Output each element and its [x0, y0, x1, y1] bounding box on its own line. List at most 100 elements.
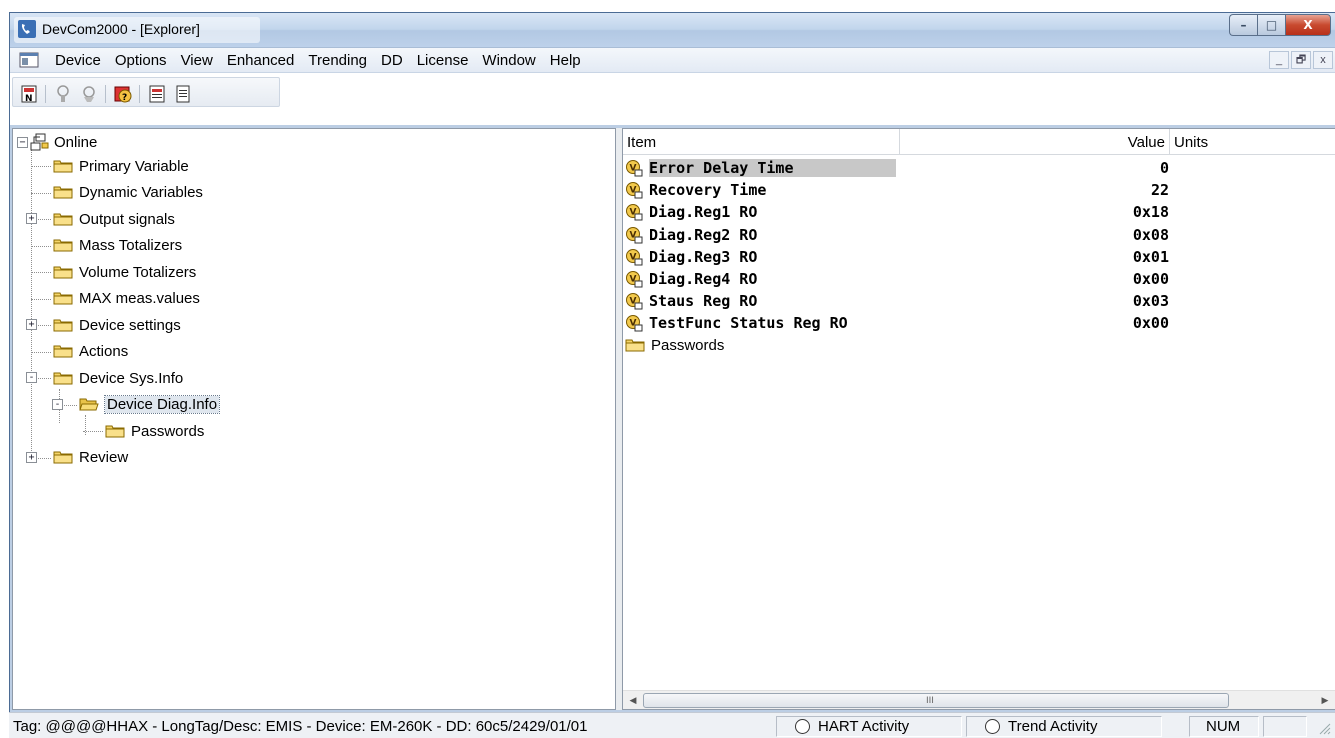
folder-open-icon — [79, 398, 99, 411]
resize-grip-icon[interactable] — [1317, 721, 1331, 735]
close-button[interactable]: X — [1285, 14, 1331, 36]
list-row[interactable]: V Diag.Reg3 RO 0x01 — [623, 246, 1169, 268]
variable-icon: V — [626, 160, 643, 177]
expand-toggle[interactable]: + — [26, 451, 37, 463]
column-header-units[interactable]: Units — [1170, 129, 1335, 155]
list-item-value: 0x01 — [1132, 247, 1169, 266]
status-bar: Tag: @@@@HHAX - LongTag/Desc: EMIS - Dev… — [9, 712, 1335, 738]
list-row[interactable]: V Diag.Reg4 RO 0x00 — [623, 268, 1169, 290]
collapse-toggle[interactable]: - — [26, 372, 37, 383]
variable-icon: V — [626, 182, 643, 199]
expand-toggle[interactable]: + — [26, 213, 37, 224]
tree-item-label: Volume Totalizers — [79, 263, 197, 281]
menu-dd[interactable]: DD — [381, 52, 403, 69]
list-pane[interactable]: Item Value Units V Error Delay Time 0 V Reco… — [622, 128, 1335, 710]
mdi-close-button[interactable]: x — [1313, 51, 1333, 69]
tree-item-label: Mass Totalizers — [79, 237, 183, 254]
tree-item[interactable]: Device settings — [53, 314, 181, 336]
tree-connector — [31, 351, 51, 353]
tree-root-online[interactable]: − Online — [17, 131, 97, 153]
list-item-value: 0 — [1159, 159, 1169, 177]
tree-item-label: Output signals — [79, 210, 175, 228]
menu-help[interactable]: Help — [550, 52, 581, 69]
title-bar[interactable]: DevCom2000 - [Explorer] – □ X — [10, 13, 1335, 47]
menu-view[interactable]: View — [181, 52, 213, 69]
list-item-value: 0x00 — [1132, 314, 1169, 333]
menu-device[interactable]: Device — [55, 52, 101, 69]
list-row[interactable]: V TestFunc Status Reg RO 0x00 — [623, 312, 1169, 334]
menu-enhanced[interactable]: Enhanced — [227, 52, 295, 69]
tree-connector — [31, 192, 51, 194]
tree-item[interactable]: Output signals — [53, 208, 175, 230]
scroll-thumb[interactable]: III — [643, 693, 1229, 708]
hart-activity-indicator-icon — [795, 719, 810, 734]
status-trend-activity: Trend Activity — [966, 716, 1162, 737]
folder-icon — [53, 372, 73, 384]
tree-connector — [31, 166, 51, 167]
app-phone-icon — [18, 20, 36, 38]
tree-item[interactable]: Device Sys.Info — [53, 367, 183, 389]
minimize-button[interactable]: – — [1229, 14, 1257, 36]
menu-license[interactable]: License — [417, 52, 469, 69]
tree-item[interactable]: Review — [53, 447, 128, 469]
tree-item-label: Dynamic Variables — [79, 184, 203, 201]
mdi-minimize-button[interactable]: _ — [1269, 51, 1289, 69]
tree-connector — [85, 415, 86, 435]
expand-toggle[interactable]: + — [26, 319, 37, 330]
connect-icon[interactable]: N — [19, 85, 39, 103]
list-row[interactable]: V Recovery Time 22 — [623, 179, 1169, 201]
tree-item[interactable]: Dynamic Variables — [53, 182, 203, 204]
list-row[interactable]: V Staus Reg RO 0x03 — [623, 290, 1169, 312]
scroll-left-arrow[interactable]: ◀ — [625, 693, 641, 708]
help-icon[interactable]: ? — [113, 85, 133, 103]
tree-item[interactable]: Primary Variable — [53, 155, 189, 177]
collapse-toggle[interactable]: - — [52, 398, 63, 410]
scroll-right-arrow[interactable]: ▶ — [1317, 693, 1333, 708]
list-item-value: 0x00 — [1132, 270, 1169, 288]
caption-buttons: – □ X — [1229, 14, 1331, 36]
tree-connector — [83, 431, 103, 432]
mdi-restore-button[interactable]: 🗗 — [1291, 51, 1311, 69]
tree-item-label: Primary Variable — [79, 157, 189, 175]
tree-item[interactable]: MAX meas.values — [53, 288, 200, 310]
list-row-folder[interactable]: Passwords — [623, 335, 724, 357]
tree-item-label: Device Diag.Info — [103, 395, 221, 414]
list-item-name: Diag.Reg4 RO — [649, 270, 758, 288]
tree-pane[interactable]: − Online Primary Variable Dynamic Variabl… — [12, 128, 616, 710]
tree-item[interactable]: Actions — [53, 341, 128, 363]
list-row[interactable]: V Error Delay Time 0 — [623, 157, 1169, 179]
tree-item[interactable]: Passwords — [105, 420, 204, 442]
folder-icon — [53, 319, 73, 331]
trend-activity-indicator-icon — [985, 719, 1000, 734]
collapse-toggle[interactable]: − — [17, 136, 28, 148]
tree-item-label: Review — [79, 449, 129, 466]
folder-icon — [53, 292, 73, 305]
probe-icon[interactable] — [53, 85, 73, 103]
list-item-name: Diag.Reg1 RO — [649, 203, 758, 222]
folder-icon — [53, 160, 73, 172]
variable-icon: V — [626, 271, 643, 288]
column-header-value[interactable]: Value — [900, 129, 1170, 155]
window-title: DevCom2000 - [Explorer] — [42, 21, 200, 37]
horizontal-scrollbar[interactable]: ◀ III ▶ — [623, 690, 1335, 709]
svg-text:N: N — [25, 94, 33, 103]
mdi-document-icon[interactable] — [19, 52, 39, 68]
list-item-name: Staus Reg RO — [649, 292, 758, 311]
tree-item[interactable]: Device Diag.Info — [79, 394, 221, 416]
probe2-icon[interactable] — [79, 85, 99, 103]
tree-item[interactable]: Mass Totalizers — [53, 235, 182, 257]
menu-options[interactable]: Options — [115, 52, 167, 69]
list-row[interactable]: V Diag.Reg1 RO 0x18 — [623, 201, 1169, 223]
status-empty-cell — [1263, 716, 1307, 737]
menu-items: Device Options View Enhanced Trending DD… — [55, 52, 595, 69]
report-icon[interactable] — [147, 85, 167, 103]
menu-window[interactable]: Window — [482, 52, 535, 69]
menu-trending[interactable]: Trending — [308, 52, 367, 69]
document-icon[interactable] — [173, 85, 193, 103]
svg-text:?: ? — [122, 93, 127, 103]
list-item-name: TestFunc Status Reg RO — [649, 314, 848, 333]
list-row[interactable]: V Diag.Reg2 RO 0x08 — [623, 224, 1169, 246]
column-header-item[interactable]: Item — [623, 129, 900, 155]
tree-item[interactable]: Volume Totalizers — [53, 261, 196, 283]
maximize-button[interactable]: □ — [1257, 14, 1285, 36]
